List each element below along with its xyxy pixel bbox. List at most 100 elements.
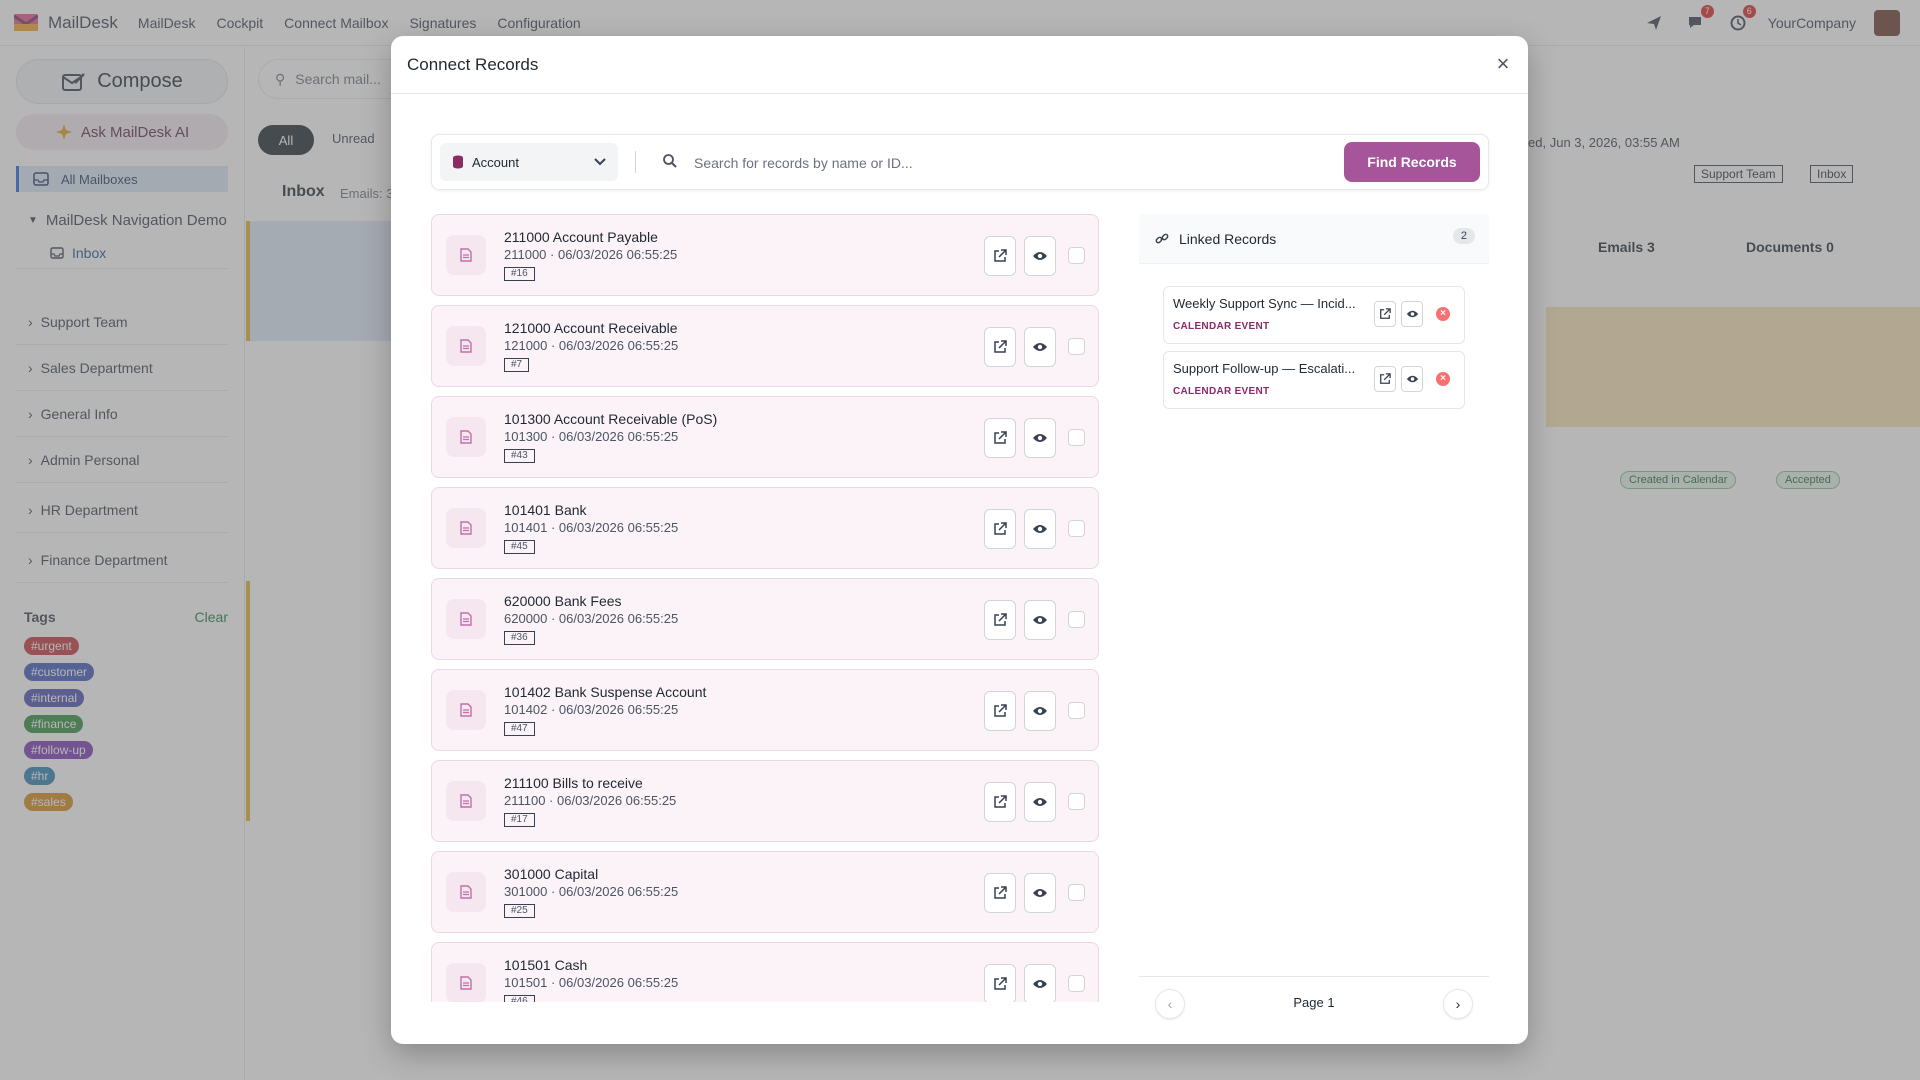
open-external-icon[interactable] (984, 509, 1016, 549)
open-external-icon[interactable] (984, 691, 1016, 731)
linked-record-item[interactable]: Support Follow-up — Escalati... CALENDAR… (1163, 351, 1465, 409)
divider (635, 151, 636, 173)
record-id-badge: #43 (504, 449, 535, 463)
chevron-down-icon (594, 158, 606, 166)
open-external-icon[interactable] (984, 873, 1016, 913)
document-icon (446, 326, 486, 366)
record-name: 101501 Cash (504, 957, 588, 973)
record-search-bar: Account Find Records (431, 134, 1489, 190)
record-name: 101402 Bank Suspense Account (504, 684, 707, 700)
record-row[interactable]: 101300 Account Receivable (PoS) 101300 ·… (431, 396, 1099, 478)
record-checkbox[interactable] (1068, 429, 1085, 446)
open-external-icon[interactable] (1374, 301, 1396, 327)
record-checkbox[interactable] (1068, 611, 1085, 628)
record-name: 211000 Account Payable (504, 229, 658, 245)
open-external-icon[interactable] (984, 964, 1016, 1002)
record-checkbox[interactable] (1068, 247, 1085, 264)
eye-icon[interactable] (1024, 236, 1056, 276)
record-name: 101300 Account Receivable (PoS) (504, 411, 718, 427)
record-id-badge: #7 (504, 358, 530, 372)
record-row[interactable]: 101401 Bank 101401 · 06/03/2026 06:55:25… (431, 487, 1099, 569)
open-external-icon[interactable] (984, 327, 1016, 367)
record-row[interactable]: 121000 Account Receivable 121000 · 06/03… (431, 305, 1099, 387)
record-name: 301000 Capital (504, 866, 599, 882)
document-icon (446, 508, 486, 548)
linked-record-type: CALENDAR EVENT (1173, 321, 1270, 332)
record-id-badge: #45 (504, 540, 535, 554)
record-row[interactable]: 101402 Bank Suspense Account 101402 · 06… (431, 669, 1099, 751)
linked-record-item[interactable]: Weekly Support Sync — Incid... CALENDAR … (1163, 286, 1465, 344)
record-meta: 101401 · 06/03/2026 06:55:25 (504, 520, 679, 535)
record-checkbox[interactable] (1068, 338, 1085, 355)
pagination: ‹ Page 1 › (1139, 976, 1489, 1022)
record-name: 101401 Bank (504, 502, 587, 518)
document-icon (446, 599, 486, 639)
record-meta: 121000 · 06/03/2026 06:55:25 (504, 338, 679, 353)
linked-records-count: 2 (1452, 228, 1475, 244)
remove-icon[interactable]: × (1436, 307, 1450, 321)
document-icon (446, 872, 486, 912)
eye-icon[interactable] (1024, 782, 1056, 822)
record-row[interactable]: 620000 Bank Fees 620000 · 06/03/2026 06:… (431, 578, 1099, 660)
linked-records-panel: Linked Records 2 Weekly Support Sync — I… (1139, 214, 1489, 1022)
record-id-badge: #36 (504, 631, 535, 645)
open-external-icon[interactable] (984, 418, 1016, 458)
linked-records-title: Linked Records (1179, 230, 1277, 247)
record-meta: 101300 · 06/03/2026 06:55:25 (504, 429, 679, 444)
record-meta: 301000 · 06/03/2026 06:55:25 (504, 884, 679, 899)
eye-icon[interactable] (1024, 600, 1056, 640)
model-select[interactable]: Account (440, 143, 618, 181)
connect-records-dialog: Connect Records × Account Find Records 2… (391, 36, 1528, 1044)
record-meta: 211100 · 06/03/2026 06:55:25 (504, 793, 677, 808)
record-id-badge: #47 (504, 722, 535, 736)
page-label: Page 1 (1293, 995, 1335, 1010)
record-row[interactable]: 211100 Bills to receive 211100 · 06/03/2… (431, 760, 1099, 842)
database-icon (453, 155, 463, 169)
close-icon[interactable]: × (1492, 53, 1514, 75)
document-icon (446, 235, 486, 275)
eye-icon[interactable] (1024, 873, 1056, 913)
linked-record-title: Weekly Support Sync — Incid... (1173, 296, 1356, 311)
chevron-right-icon[interactable]: › (1443, 989, 1473, 1019)
linked-record-title: Support Follow-up — Escalati... (1173, 361, 1356, 376)
record-meta: 101402 · 06/03/2026 06:55:25 (504, 702, 679, 717)
record-checkbox[interactable] (1068, 520, 1085, 537)
document-icon (446, 690, 486, 730)
record-row[interactable]: 101501 Cash 101501 · 06/03/2026 06:55:25… (431, 942, 1099, 1002)
open-external-icon[interactable] (1374, 366, 1396, 392)
open-external-icon[interactable] (984, 236, 1016, 276)
document-icon (446, 781, 486, 821)
remove-icon[interactable]: × (1436, 372, 1450, 386)
document-icon (446, 417, 486, 457)
record-checkbox[interactable] (1068, 793, 1085, 810)
eye-icon[interactable] (1024, 964, 1056, 1002)
find-records-button[interactable]: Find Records (1344, 142, 1480, 182)
record-search-input[interactable] (694, 149, 1294, 177)
record-checkbox[interactable] (1068, 884, 1085, 901)
record-name: 211100 Bills to receive (504, 775, 643, 791)
record-id-badge: #16 (504, 267, 535, 281)
eye-icon[interactable] (1024, 418, 1056, 458)
record-name: 121000 Account Receivable (504, 320, 678, 336)
eye-icon[interactable] (1401, 301, 1423, 327)
link-icon (1155, 233, 1169, 243)
document-icon (446, 963, 486, 1002)
eye-icon[interactable] (1024, 327, 1056, 367)
record-row[interactable]: 211000 Account Payable 211000 · 06/03/20… (431, 214, 1099, 296)
eye-icon[interactable] (1024, 509, 1056, 549)
record-id-badge: #46 (504, 995, 535, 1002)
eye-icon[interactable] (1401, 366, 1423, 392)
record-meta: 211000 · 06/03/2026 06:55:25 (504, 247, 678, 262)
record-row[interactable]: 301000 Capital 301000 · 06/03/2026 06:55… (431, 851, 1099, 933)
record-list: 211000 Account Payable 211000 · 06/03/20… (431, 214, 1101, 1002)
record-name: 620000 Bank Fees (504, 593, 622, 609)
open-external-icon[interactable] (984, 600, 1016, 640)
record-checkbox[interactable] (1068, 975, 1085, 992)
record-id-badge: #17 (504, 813, 535, 827)
dialog-title: Connect Records (407, 54, 539, 74)
search-icon (663, 154, 677, 168)
record-checkbox[interactable] (1068, 702, 1085, 719)
model-select-value: Account (472, 154, 519, 170)
eye-icon[interactable] (1024, 691, 1056, 731)
open-external-icon[interactable] (984, 782, 1016, 822)
